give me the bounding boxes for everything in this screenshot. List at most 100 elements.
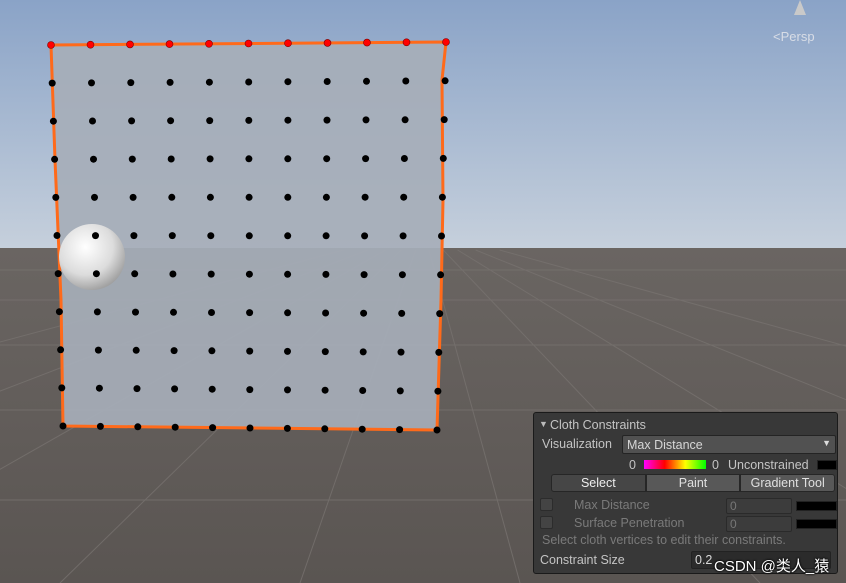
cloth-vertex[interactable] — [363, 77, 370, 85]
cloth-vertex[interactable] — [401, 116, 409, 124]
cloth-vertex[interactable] — [59, 422, 67, 430]
unconstrained-color-swatch[interactable] — [817, 460, 837, 470]
cloth-vertex[interactable] — [396, 387, 404, 395]
cloth-vertex[interactable] — [208, 309, 215, 316]
cloth-vertex[interactable] — [128, 117, 136, 125]
cloth-vertex[interactable] — [208, 347, 216, 355]
pinned-vertex[interactable] — [47, 41, 55, 49]
cloth-vertex[interactable] — [245, 116, 253, 124]
pinned-vertex[interactable] — [165, 40, 174, 48]
cloth-vertex[interactable] — [90, 155, 97, 163]
cloth-vertex[interactable] — [284, 232, 292, 240]
cloth-vertex[interactable] — [284, 193, 292, 201]
cloth-vertex[interactable] — [208, 385, 216, 393]
cloth-vertex[interactable] — [88, 79, 95, 87]
cloth-vertex[interactable] — [438, 193, 446, 201]
cloth-vertex[interactable] — [133, 385, 141, 393]
cloth-vertex[interactable] — [132, 346, 140, 354]
pinned-vertex[interactable] — [86, 40, 95, 49]
cloth-vertex[interactable] — [91, 193, 98, 201]
cloth-vertex[interactable] — [245, 78, 253, 86]
cloth-vertex[interactable] — [362, 155, 370, 163]
cloth-vertex[interactable] — [435, 348, 443, 356]
max-distance-color-swatch[interactable] — [796, 501, 837, 511]
select-tool-button[interactable]: Select — [551, 474, 646, 492]
cloth-vertex[interactable] — [400, 155, 408, 162]
cloth-vertex[interactable] — [284, 309, 292, 317]
cloth-vertex[interactable] — [167, 117, 175, 125]
cloth-vertex[interactable] — [171, 423, 179, 431]
cloth-vertex[interactable] — [284, 386, 291, 394]
cloth-vertex[interactable] — [360, 309, 368, 317]
visualization-dropdown[interactable]: Max Distance ▼ — [622, 435, 836, 454]
cloth-vertex[interactable] — [284, 78, 292, 86]
cloth-vertex[interactable] — [322, 193, 330, 201]
cloth-vertex[interactable] — [54, 270, 62, 278]
cloth-vertex[interactable] — [396, 426, 404, 434]
cloth-vertex[interactable] — [321, 348, 329, 356]
cloth-vertex[interactable] — [402, 77, 410, 85]
cloth-vertex[interactable] — [168, 232, 176, 240]
cloth-vertex[interactable] — [323, 155, 331, 163]
cloth-vertex[interactable] — [53, 232, 61, 239]
cloth-vertex[interactable] — [245, 155, 253, 163]
cloth-vertex[interactable] — [127, 79, 135, 87]
cloth-vertex[interactable] — [245, 193, 253, 201]
cloth-vertex[interactable] — [132, 308, 139, 316]
cloth-vertex[interactable] — [92, 232, 99, 240]
gradient-tool-button[interactable]: Gradient Tool — [740, 474, 836, 492]
collapse-triangle-icon[interactable]: ▼ — [539, 419, 548, 429]
cloth-vertex[interactable] — [321, 386, 329, 394]
cloth-vertex[interactable] — [134, 423, 142, 431]
cloth-vertex[interactable] — [397, 348, 405, 356]
cloth-vertex[interactable] — [207, 270, 215, 278]
cloth-vertex[interactable] — [57, 346, 65, 354]
cloth-vertex[interactable] — [322, 232, 330, 240]
cloth-vertex[interactable] — [323, 116, 331, 124]
cloth-vertex[interactable] — [170, 347, 178, 355]
cloth-vertex[interactable] — [169, 270, 177, 278]
cloth-vertex[interactable] — [55, 308, 63, 316]
cloth-vertex[interactable] — [58, 384, 66, 392]
cloth-vertex[interactable] — [245, 270, 253, 278]
cloth-vertex[interactable] — [209, 424, 217, 432]
pinned-vertex[interactable] — [442, 38, 450, 46]
pinned-vertex[interactable] — [323, 39, 332, 47]
cloth-vertex[interactable] — [51, 155, 59, 163]
cloth-vertex[interactable] — [284, 347, 291, 355]
pinned-vertex[interactable] — [402, 38, 411, 47]
cloth-vertex[interactable] — [89, 117, 96, 125]
cloth-vertex[interactable] — [95, 384, 103, 392]
pinned-vertex[interactable] — [284, 39, 292, 48]
cloth-vertex[interactable] — [94, 346, 102, 354]
view-mode-label[interactable]: <Persp — [773, 29, 815, 44]
panel-header[interactable]: ▼ Cloth Constraints — [534, 415, 837, 435]
cloth-vertex[interactable] — [439, 154, 447, 162]
cloth-vertex[interactable] — [168, 193, 176, 201]
pinned-vertex[interactable] — [244, 39, 253, 48]
cloth-vertex[interactable] — [362, 116, 370, 124]
cloth-vertex[interactable] — [440, 116, 448, 124]
cloth-vertex[interactable] — [360, 271, 368, 279]
pinned-vertex[interactable] — [363, 38, 371, 47]
cloth-vertex[interactable] — [398, 309, 406, 317]
cloth-vertex[interactable] — [129, 193, 137, 201]
max-distance-field[interactable]: 0 — [726, 498, 792, 514]
cloth-vertex[interactable] — [246, 347, 254, 355]
cloth-vertex[interactable] — [167, 155, 175, 163]
pinned-vertex[interactable] — [205, 39, 213, 48]
cloth-vertex[interactable] — [128, 155, 136, 163]
cloth-vertex[interactable] — [323, 78, 331, 85]
cloth-vertex[interactable] — [400, 193, 408, 201]
cloth-vertex[interactable] — [399, 232, 407, 240]
cloth-vertex[interactable] — [322, 309, 330, 317]
cloth-vertex[interactable] — [284, 155, 292, 163]
cloth-vertex[interactable] — [96, 422, 104, 430]
cloth-vertex[interactable] — [93, 308, 101, 316]
surface-penetration-color-swatch[interactable] — [796, 519, 837, 529]
cloth-vertex[interactable] — [284, 270, 292, 278]
surface-penetration-field[interactable]: 0 — [726, 516, 792, 532]
cloth-vertex[interactable] — [48, 79, 56, 87]
cloth-vertex[interactable] — [361, 232, 369, 240]
cloth-vertex[interactable] — [166, 78, 174, 86]
